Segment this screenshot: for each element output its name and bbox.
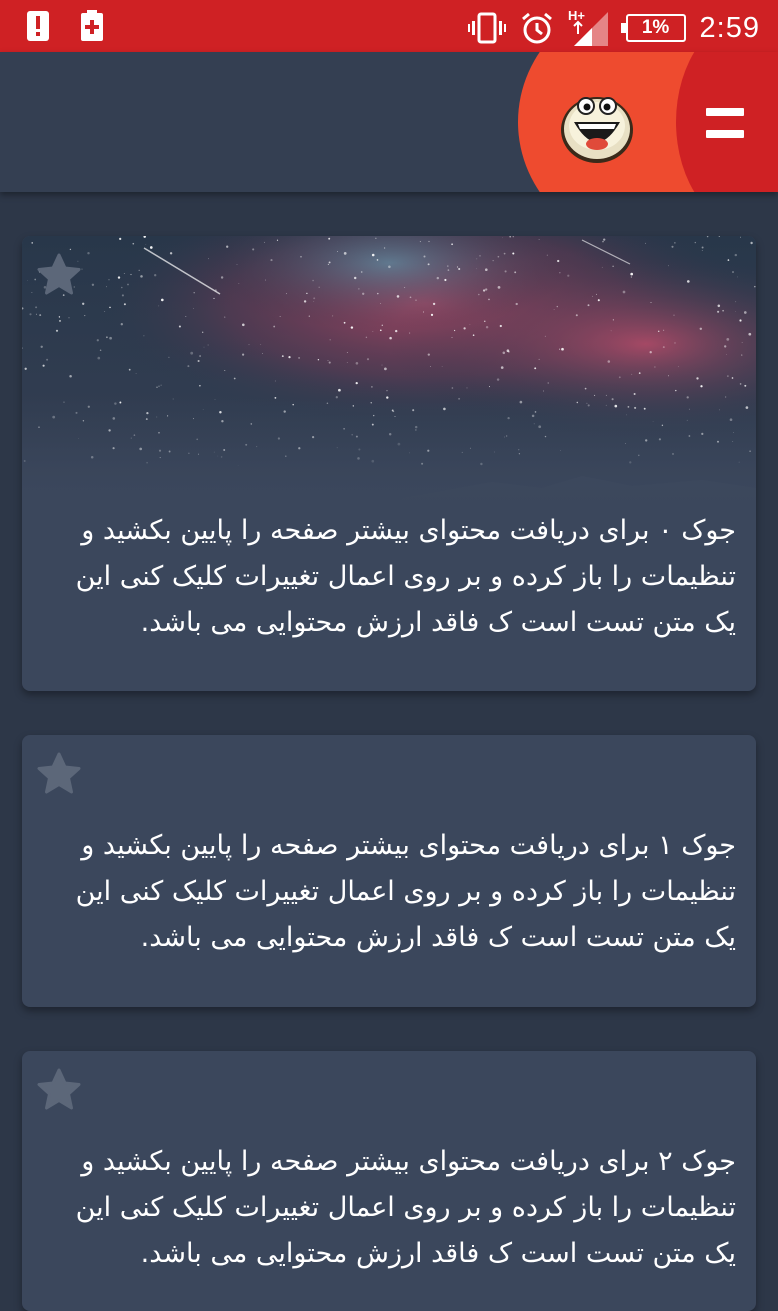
favorite-star-icon[interactable] [36,751,82,797]
battery-level: 1% [641,17,670,38]
smiley-mascot-icon [561,97,633,163]
status-bar: H+ 1% 2:59 [0,0,778,52]
joke-text: جوک ۱ برای دریافت محتوای بیشتر صفحه را پ… [75,830,736,953]
battery-icon: 1% [620,14,686,42]
signal-icon: H+ [568,8,608,46]
svg-text:H+: H+ [568,8,585,23]
hamburger-menu-icon[interactable] [706,108,756,138]
battery-saver-icon [81,10,103,41]
joke-card[interactable]: جوک ۰ برای دریافت محتوای بیشتر صفحه را پ… [22,236,756,691]
vibrate-icon [467,12,506,44]
alarm-icon [521,12,552,44]
joke-text: جوک ۲ برای دریافت محتوای بیشتر صفحه را پ… [75,1146,736,1269]
joke-text: جوک ۰ برای دریافت محتوای بیشتر صفحه را پ… [75,515,736,638]
favorite-star-icon[interactable] [36,252,82,298]
card-image [22,236,756,506]
joke-card[interactable]: جوک ۲ برای دریافت محتوای بیشتر صفحه را پ… [22,1051,756,1311]
favorite-star-icon[interactable] [36,1067,82,1113]
alert-icon [27,11,49,41]
app-bar [0,52,778,192]
joke-card[interactable]: جوک ۱ برای دریافت محتوای بیشتر صفحه را پ… [22,735,756,1007]
clock: 2:59 [699,11,760,44]
